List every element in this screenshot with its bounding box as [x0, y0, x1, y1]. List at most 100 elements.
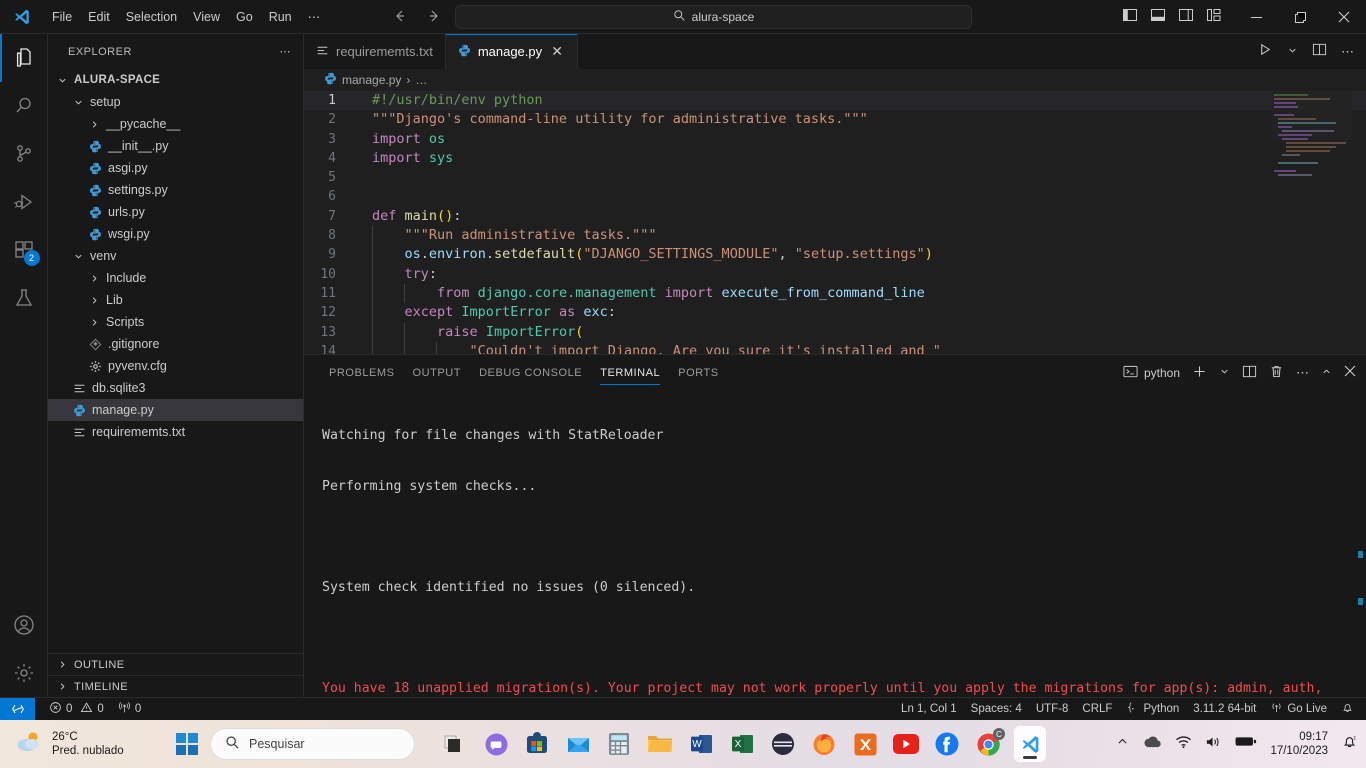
tree-item-settings-py[interactable]: settings.py	[48, 179, 303, 201]
panel-tab-problems[interactable]: PROBLEMS	[320, 355, 404, 390]
menu-selection[interactable]: Selection	[118, 5, 185, 29]
tree-item-pyvenv-cfg[interactable]: pyvenv.cfg	[48, 355, 303, 377]
menu-more[interactable]: ⋯	[300, 5, 329, 29]
tree-item-gitignore[interactable]: .gitignore	[48, 333, 303, 355]
menu-go[interactable]: Go	[228, 5, 261, 29]
taskbar-app-excel[interactable]: X	[727, 729, 757, 759]
breadcrumb-more[interactable]: …	[415, 73, 427, 87]
new-terminal-icon[interactable]	[1192, 364, 1207, 382]
panel-tab-debug-console[interactable]: DEBUG CONSOLE	[470, 355, 591, 390]
taskbar-app-task-view[interactable]	[440, 729, 470, 759]
eol[interactable]: CRLF	[1075, 698, 1119, 721]
tree-item-lib[interactable]: Lib	[48, 289, 303, 311]
customize-layout-icon[interactable]	[1206, 7, 1222, 28]
taskbar-app-obsidian[interactable]	[768, 729, 798, 759]
tree-item-requirememts-txt[interactable]: requirememts.txt	[48, 421, 303, 443]
breadcrumb-file[interactable]: manage.py	[342, 73, 401, 87]
ports-status[interactable]: 0	[111, 698, 148, 721]
activity-testing[interactable]	[0, 274, 48, 322]
taskbar-search-box[interactable]: Pesquisar	[210, 728, 415, 760]
language-mode[interactable]: Python	[1119, 698, 1186, 721]
activity-run-debug[interactable]	[0, 178, 48, 226]
ellipsis-icon[interactable]: ⋯	[280, 45, 292, 58]
tree-item-setup[interactable]: setup	[48, 91, 303, 113]
weather-widget[interactable]: 26°C Pred. nublado	[0, 729, 124, 760]
tab-manage-py[interactable]: manage.py ✕	[445, 34, 579, 69]
activity-explorer[interactable]	[0, 34, 48, 82]
tree-item-db-sqlite3[interactable]: db.sqlite3	[48, 377, 303, 399]
panel-tab-output[interactable]: OUTPUT	[404, 355, 471, 390]
back-arrow-icon[interactable]	[392, 8, 408, 29]
activity-extensions[interactable]: 2	[0, 226, 48, 274]
show-hidden-icons[interactable]	[1116, 735, 1129, 753]
tree-root-alura-space[interactable]: ALURA-SPACE	[48, 69, 303, 91]
chevron-down-icon[interactable]	[1219, 366, 1230, 380]
close-icon[interactable]: ✕	[549, 43, 565, 60]
tab-requirememts-txt[interactable]: requirememts.txt	[304, 34, 446, 69]
taskbar-app-facebook[interactable]	[932, 729, 962, 759]
windows-start-button[interactable]	[172, 729, 202, 759]
tree-item-scripts[interactable]: Scripts	[48, 311, 303, 333]
onedrive-icon[interactable]	[1142, 735, 1162, 754]
remote-window-indicator[interactable]	[0, 697, 35, 721]
ellipsis-icon[interactable]: ⋯	[1296, 366, 1309, 379]
taskbar-app-firefox[interactable]	[809, 729, 839, 759]
menu-view[interactable]: View	[185, 5, 228, 29]
taskbar-app-microsoft-store[interactable]	[522, 729, 552, 759]
tree-item-wsgi-py[interactable]: wsgi.py	[48, 223, 303, 245]
taskbar-app-vscode[interactable]	[1014, 726, 1046, 762]
activity-source-control[interactable]	[0, 130, 48, 178]
problems-status[interactable]: 0 0	[42, 698, 111, 721]
tree-item-urls-py[interactable]: urls.py	[48, 201, 303, 223]
toggle-secondary-sidebar-icon[interactable]	[1178, 7, 1194, 28]
tree-item-init-py[interactable]: __init__.py	[48, 135, 303, 157]
close-panel-icon[interactable]	[1344, 365, 1356, 380]
taskbar-app-xampp[interactable]	[850, 729, 880, 759]
code-editor[interactable]: 1 #!/usr/bin/env python 2 """Django's co…	[304, 91, 1366, 354]
tree-item-pycache[interactable]: __pycache__	[48, 113, 303, 135]
activity-settings[interactable]	[0, 649, 48, 697]
encoding[interactable]: UTF-8	[1029, 698, 1076, 721]
minimize-button[interactable]	[1234, 0, 1278, 34]
command-center-search[interactable]: alura-space	[455, 5, 972, 29]
activity-accounts[interactable]	[0, 601, 48, 649]
taskbar-app-file-explorer[interactable]	[645, 729, 675, 759]
split-editor-icon[interactable]	[1312, 42, 1327, 62]
ellipsis-icon[interactable]: ⋯	[1341, 45, 1354, 58]
panel-tab-ports[interactable]: PORTS	[669, 355, 727, 390]
panel-tab-terminal[interactable]: TERMINAL	[591, 355, 669, 390]
close-window-button[interactable]	[1322, 0, 1366, 34]
taskbar-app-calculator[interactable]	[604, 729, 634, 759]
toggle-panel-icon[interactable]	[1150, 7, 1166, 28]
split-terminal-icon[interactable]	[1242, 364, 1257, 382]
forward-arrow-icon[interactable]	[426, 8, 442, 29]
cursor-position[interactable]: Ln 1, Col 1	[894, 698, 964, 721]
tree-item-venv[interactable]: venv	[48, 245, 303, 267]
run-icon[interactable]	[1258, 42, 1273, 62]
terminal-instance-label[interactable]: python	[1123, 364, 1180, 382]
terminal-output[interactable]: Watching for file changes with StatReloa…	[304, 390, 1366, 695]
chevron-up-icon[interactable]	[1321, 366, 1332, 380]
activity-search[interactable]	[0, 82, 48, 130]
tree-item-asgi-py[interactable]: asgi.py	[48, 157, 303, 179]
taskbar-app-chat[interactable]	[481, 729, 511, 759]
taskbar-app-chrome[interactable]: C	[973, 728, 1005, 759]
indentation[interactable]: Spaces: 4	[964, 698, 1029, 721]
sidebar-section-outline[interactable]: OUTLINE	[48, 653, 303, 675]
go-live[interactable]: Go Live	[1263, 698, 1334, 721]
toggle-primary-sidebar-icon[interactable]	[1122, 7, 1138, 28]
trash-icon[interactable]	[1269, 364, 1284, 382]
menu-file[interactable]: File	[44, 5, 80, 29]
maximize-button[interactable]	[1278, 0, 1322, 34]
battery-icon[interactable]	[1235, 735, 1257, 753]
tree-item-manage-py[interactable]: manage.py	[48, 399, 303, 421]
taskbar-clock[interactable]: 09:17 17/10/2023	[1270, 730, 1328, 758]
wifi-icon[interactable]	[1175, 735, 1192, 754]
menu-edit[interactable]: Edit	[80, 5, 118, 29]
chevron-down-icon[interactable]	[1287, 43, 1298, 61]
sidebar-section-timeline[interactable]: TIMELINE	[48, 675, 303, 697]
taskbar-app-mail[interactable]	[563, 729, 593, 759]
taskbar-app-word[interactable]: W	[686, 729, 716, 759]
tree-item-include[interactable]: Include	[48, 267, 303, 289]
notifications-bell[interactable]	[1334, 698, 1366, 721]
